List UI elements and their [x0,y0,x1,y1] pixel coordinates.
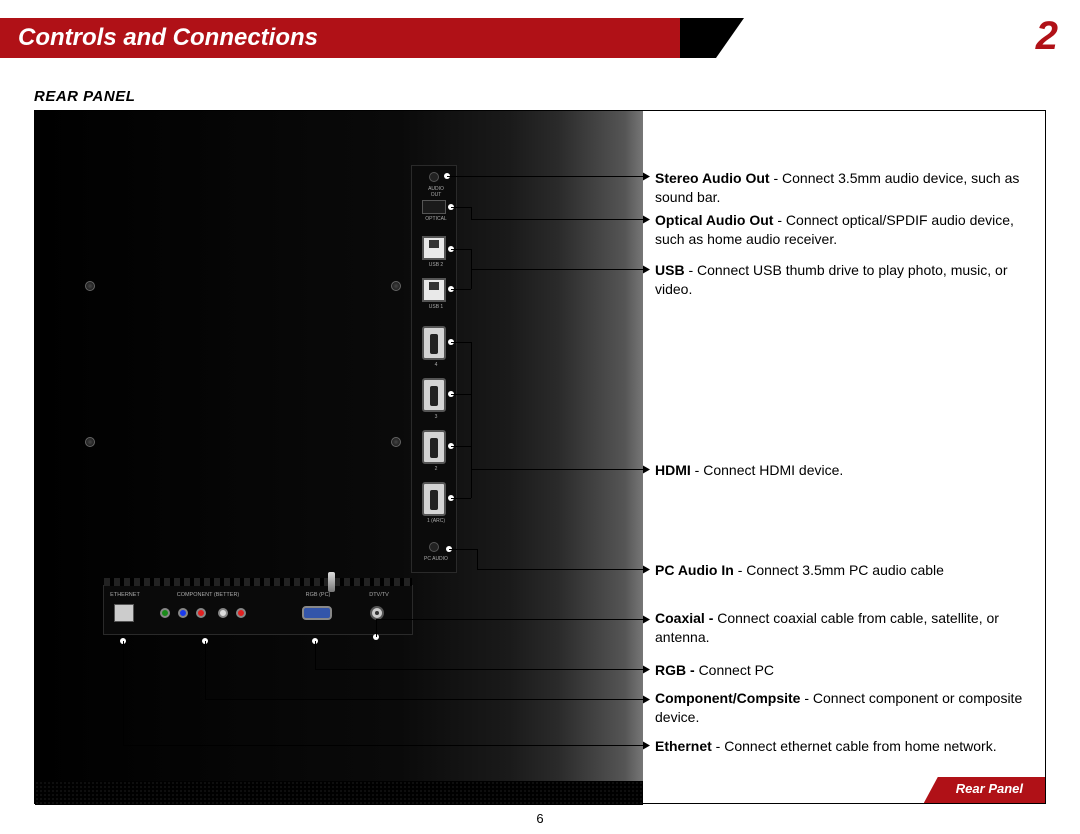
port-label: USB 2 [424,262,448,268]
port-label: 4 [424,362,448,368]
rca-jack [178,608,188,618]
desc-component: Component/Compsite - Connect component o… [655,689,1023,727]
hdmi-port [422,430,446,464]
ethernet-port [114,604,134,622]
rca-jack [196,608,206,618]
chapter-number: 2 [1036,14,1058,59]
usb-port [422,236,446,260]
desc-stereo-audio-out: Stereo Audio Out - Connect 3.5mm audio d… [655,169,1023,207]
optical-port [422,200,446,214]
page-number: 6 [536,811,543,826]
hdmi-port [422,378,446,412]
vertical-port-column: AUDIO OUT OPTICAL USB 2 USB 1 4 3 2 1 (A… [411,165,457,573]
port-label: 2 [424,466,448,472]
desc-optical-audio-out: Optical Audio Out - Connect optical/SPDI… [655,211,1023,249]
rca-jack [160,608,170,618]
hdmi-port [422,326,446,360]
hdmi-port [422,482,446,516]
stereo-audio-jack [429,172,439,182]
chapter-title: Controls and Connections [18,24,318,52]
port-label: ETHERNET [110,592,140,598]
section-heading: REAR PANEL [34,88,135,105]
rca-jack [218,608,228,618]
horizontal-port-row: ETHERNET COMPONENT (BETTER) RGB (PC) DTV… [103,585,413,635]
desc-usb: USB - Connect USB thumb drive to play ph… [655,261,1023,299]
tv-rear-body: AUDIO OUT OPTICAL USB 2 USB 1 4 3 2 1 (A… [35,111,643,805]
figure-caption-tag: Rear Panel [924,777,1045,803]
coax-port [370,606,384,620]
desc-hdmi: HDMI - Connect HDMI device. [655,461,1023,480]
port-label: AUDIO OUT [424,186,448,198]
usb-port [422,278,446,302]
port-label: USB 1 [424,304,448,310]
port-label: PC AUDIO [424,556,448,562]
rca-jack [236,608,246,618]
port-label: OPTICAL [424,216,448,222]
port-label: DTV/TV [362,592,396,598]
port-label: 3 [424,414,448,420]
port-label: COMPONENT (BETTER) [158,592,258,598]
desc-ethernet: Ethernet - Connect ethernet cable from h… [655,737,1023,756]
pc-audio-jack [429,542,439,552]
rear-panel-figure: AUDIO OUT OPTICAL USB 2 USB 1 4 3 2 1 (A… [34,110,1046,804]
desc-coaxial: Coaxial - Connect coaxial cable from cab… [655,609,1023,647]
chapter-banner: Controls and Connections [0,18,680,58]
port-label: 1 (ARC) [424,518,448,524]
port-label: RGB (PC) [300,592,336,598]
desc-rgb: RGB - Connect PC [655,661,1023,680]
desc-pc-audio-in: PC Audio In - Connect 3.5mm PC audio cab… [655,561,1023,580]
vga-port [302,606,332,620]
